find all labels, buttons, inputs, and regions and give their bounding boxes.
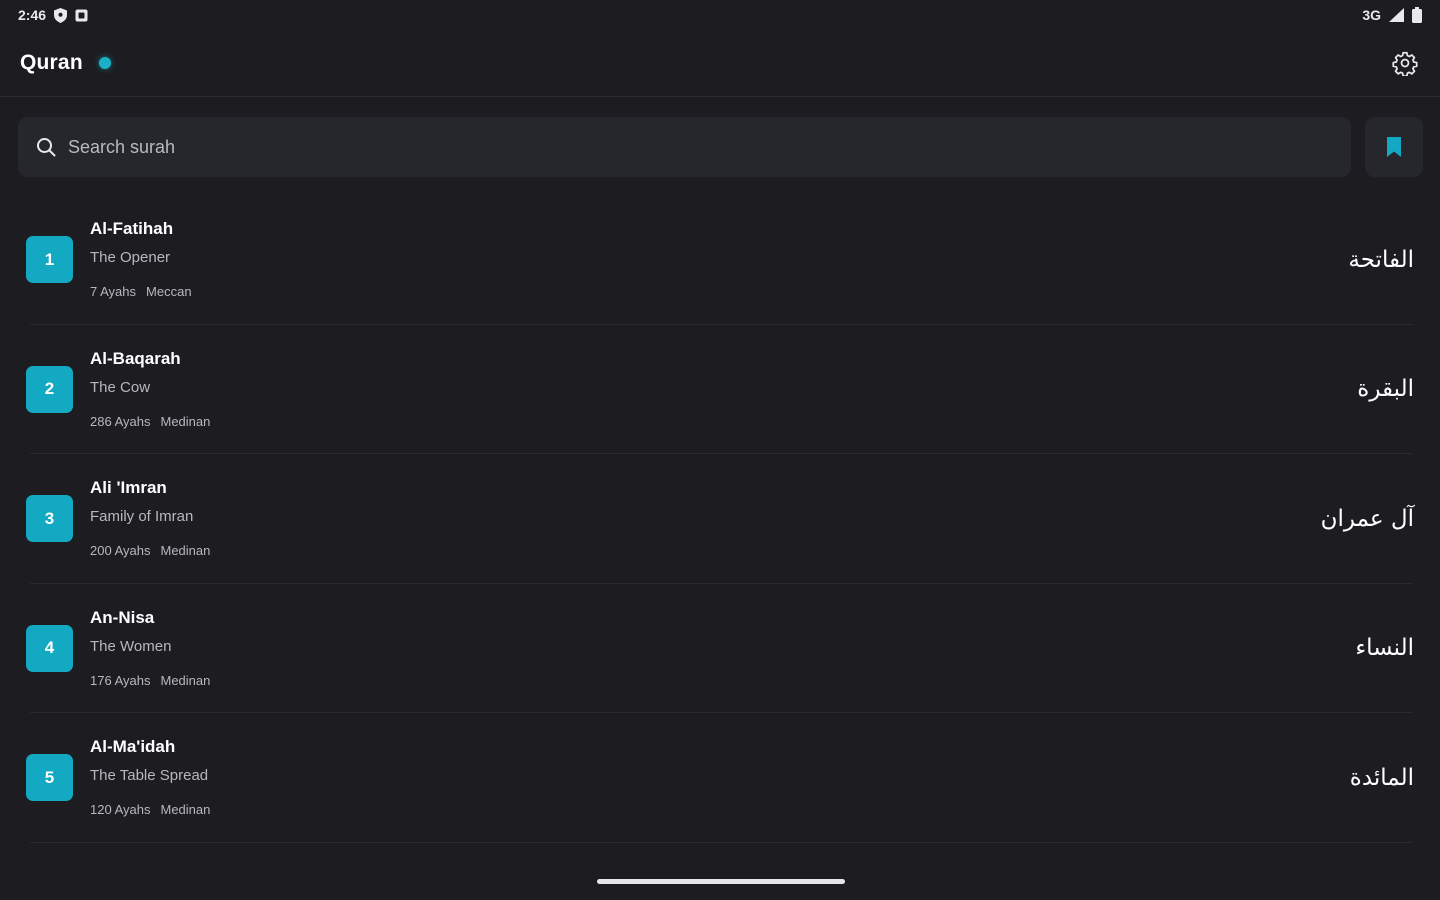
app-header: Quran [0, 30, 1440, 97]
surah-name: An-Nisa [90, 607, 155, 627]
surah-number-badge: 4 [26, 624, 73, 672]
status-dot [98, 57, 111, 69]
surah-translation: Family of Imran [90, 508, 194, 526]
surah-list-item[interactable]: 2 Al-Baqarah The Cow 286 Ayahs Medinan ا… [0, 325, 1440, 455]
search-icon [36, 137, 56, 157]
surah-translation: The Women [90, 637, 172, 655]
network-type: 3G [1362, 7, 1381, 23]
surah-text: Al-Ma'idah The Table Spread 120 Ayahs Me… [90, 737, 210, 818]
status-bar: 2:46 3G [0, 0, 1440, 30]
surah-arabic-name: البقرة [1357, 376, 1414, 403]
surah-meta: 120 Ayahs Medinan [90, 802, 210, 818]
surah-text: Al-Fatihah The Opener 7 Ayahs Meccan [90, 219, 192, 300]
surah-arabic-name: النساء [1355, 635, 1414, 662]
notification-square-icon [75, 9, 88, 22]
surah-text: An-Nisa The Women 176 Ayahs Medinan [90, 608, 210, 689]
surah-list: 1 Al-Fatihah The Opener 7 Ayahs Meccan ا… [0, 195, 1440, 843]
surah-meta: 7 Ayahs Meccan [90, 284, 192, 300]
surah-revelation-type: Medinan [160, 802, 211, 818]
surah-number-badge: 2 [26, 365, 73, 413]
surah-number-badge: 5 [26, 754, 73, 802]
surah-revelation-type: Medinan [160, 413, 211, 429]
app-title: Quran [20, 51, 83, 74]
bookmark-icon [1386, 136, 1402, 158]
surah-translation: The Cow [90, 378, 151, 396]
surah-ayah-count: 176 Ayahs [90, 672, 151, 688]
surah-list-item[interactable]: 3 Ali 'Imran Family of Imran 200 Ayahs M… [0, 454, 1440, 584]
surah-revelation-type: Medinan [160, 543, 211, 559]
home-indicator[interactable] [597, 879, 845, 884]
surah-revelation-type: Medinan [160, 672, 211, 688]
surah-ayah-count: 7 Ayahs [90, 284, 137, 300]
surah-translation: The Opener [90, 249, 171, 267]
surah-name: Al-Ma'idah [90, 737, 176, 757]
status-right: 3G [1362, 7, 1422, 23]
surah-ayah-count: 286 Ayahs [90, 413, 151, 429]
surah-arabic-name: آل عمران [1320, 505, 1414, 532]
signal-icon [1389, 8, 1404, 22]
surah-list-item[interactable]: 4 An-Nisa The Women 176 Ayahs Medinan ال… [0, 584, 1440, 714]
surah-meta: 176 Ayahs Medinan [90, 673, 210, 689]
surah-name: Al-Baqarah [90, 348, 181, 368]
status-left: 2:46 [18, 7, 88, 23]
surah-name: Ali 'Imran [90, 478, 167, 498]
surah-list-item[interactable]: 1 Al-Fatihah The Opener 7 Ayahs Meccan ا… [0, 195, 1440, 325]
surah-number-badge: 3 [26, 495, 73, 543]
settings-button[interactable] [1390, 48, 1420, 78]
surah-text: Al-Baqarah The Cow 286 Ayahs Medinan [90, 349, 210, 430]
surah-number-badge: 1 [26, 236, 73, 284]
search-row [18, 117, 1423, 177]
header-left: Quran [20, 51, 111, 75]
surah-ayah-count: 120 Ayahs [90, 802, 151, 818]
battery-icon [1412, 7, 1422, 23]
surah-list-item[interactable]: 5 Al-Ma'idah The Table Spread 120 Ayahs … [0, 713, 1440, 843]
surah-arabic-name: المائدة [1349, 764, 1414, 791]
surah-arabic-name: الفاتحة [1348, 246, 1414, 273]
bookmarks-button[interactable] [1365, 117, 1423, 177]
surah-translation: The Table Spread [90, 767, 209, 785]
search-input[interactable] [68, 136, 1333, 158]
surah-ayah-count: 200 Ayahs [90, 543, 151, 559]
shield-icon [54, 7, 68, 23]
surah-name: Al-Fatihah [90, 219, 174, 239]
surah-meta: 286 Ayahs Medinan [90, 414, 210, 430]
surah-revelation-type: Meccan [146, 284, 192, 300]
gear-icon [1392, 50, 1418, 76]
surah-meta: 200 Ayahs Medinan [90, 543, 210, 559]
screen: 2:46 3G Quran Search surah 1 Al-Fatihah … [0, 0, 1440, 900]
search-box[interactable] [18, 117, 1351, 177]
surah-text: Ali 'Imran Family of Imran 200 Ayahs Med… [90, 478, 210, 559]
status-time: 2:46 [18, 7, 47, 23]
